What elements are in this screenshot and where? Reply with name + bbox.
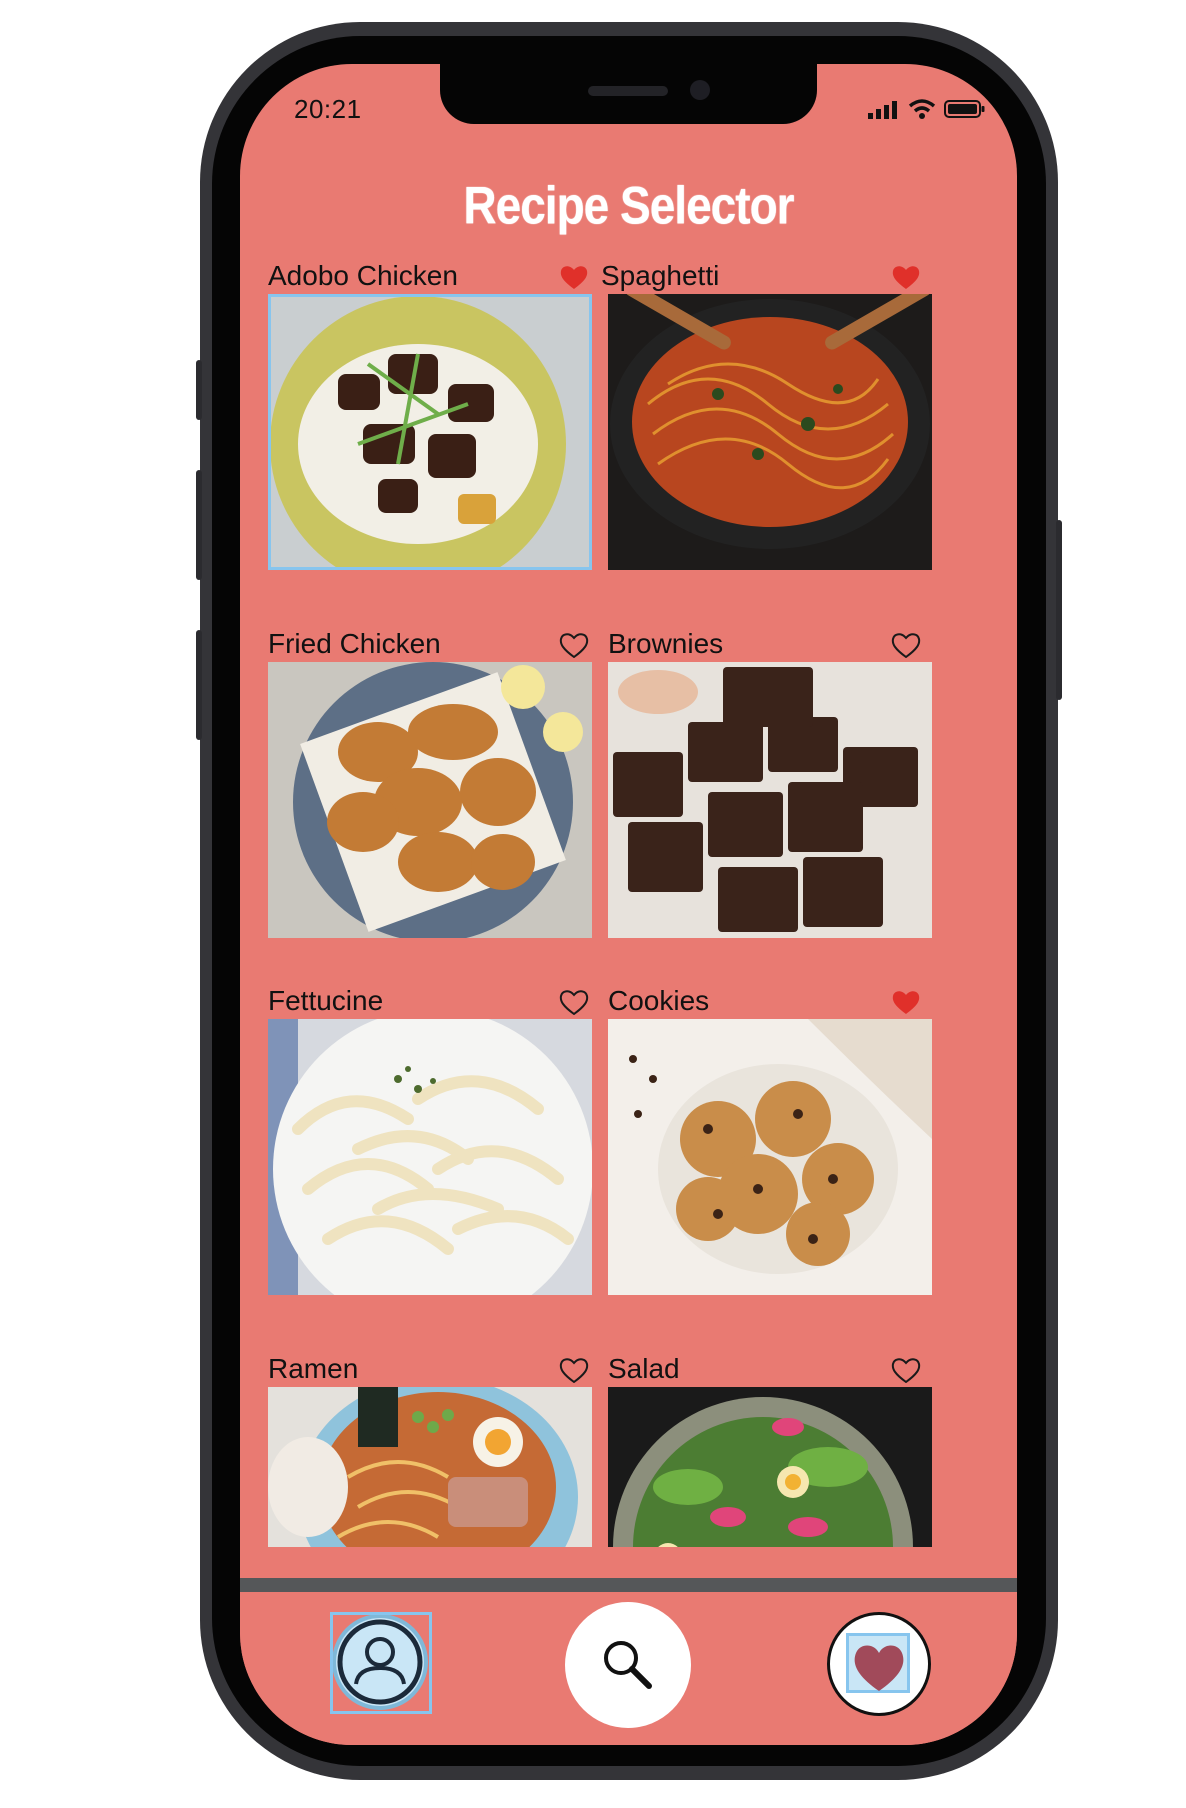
favorite-heart-filled-icon[interactable] xyxy=(890,987,922,1015)
recipe-name: Spaghetti xyxy=(601,260,720,291)
recipe-image[interactable] xyxy=(268,1019,592,1295)
recipe-image[interactable] xyxy=(268,1387,592,1547)
recipe-name: Cookies xyxy=(608,985,710,1016)
favorite-heart-filled-icon[interactable] xyxy=(558,262,590,290)
battery-icon xyxy=(944,100,985,118)
recipe-image[interactable] xyxy=(608,1019,932,1295)
recipe-image[interactable] xyxy=(608,662,932,938)
tab-bar-divider xyxy=(240,1578,1017,1592)
search-tab-button[interactable] xyxy=(565,1602,691,1728)
recipe-image[interactable] xyxy=(608,294,932,570)
recipe-name: Fettucine xyxy=(268,985,384,1016)
recipe-name: Fried Chicken xyxy=(268,628,441,659)
profile-tab-selection xyxy=(330,1612,432,1714)
app-screen: 20:21 Recipe Selector Adobo Chicken Spag… xyxy=(240,64,1017,1745)
recipe-image[interactable] xyxy=(608,1387,932,1547)
recipe-image[interactable] xyxy=(268,294,592,570)
favorites-tab-button[interactable] xyxy=(827,1612,931,1716)
cellular-signal-icon xyxy=(868,101,897,119)
wifi-icon xyxy=(908,99,936,119)
phone-side-button xyxy=(196,360,202,420)
tab-bar xyxy=(240,1592,1017,1745)
profile-tab-button[interactable] xyxy=(330,1612,432,1714)
recipe-name: Ramen xyxy=(268,1353,359,1384)
page-title: Recipe Selector xyxy=(463,175,794,235)
phone-volume-up-button xyxy=(196,470,202,580)
status-time: 20:21 xyxy=(294,94,362,124)
favorite-heart-outline-icon[interactable] xyxy=(558,1355,590,1384)
favorite-heart-filled-icon[interactable] xyxy=(890,262,922,290)
recipe-image[interactable] xyxy=(268,662,592,938)
favorites-heart-icon xyxy=(854,1645,904,1691)
recipe-name: Adobo Chicken xyxy=(268,260,458,291)
earpiece-speaker xyxy=(588,86,668,96)
notch xyxy=(440,64,817,124)
front-camera xyxy=(690,80,710,100)
search-icon xyxy=(604,1641,652,1689)
favorite-heart-outline-icon[interactable] xyxy=(890,1355,922,1384)
phone-power-button xyxy=(1056,520,1062,700)
recipe-name: Brownies xyxy=(608,628,724,659)
phone-volume-down-button xyxy=(196,630,202,740)
favorite-heart-outline-icon[interactable] xyxy=(558,630,590,659)
recipe-name: Salad xyxy=(608,1353,680,1384)
favorite-heart-outline-icon[interactable] xyxy=(890,630,922,659)
favorite-heart-outline-icon[interactable] xyxy=(558,987,590,1016)
